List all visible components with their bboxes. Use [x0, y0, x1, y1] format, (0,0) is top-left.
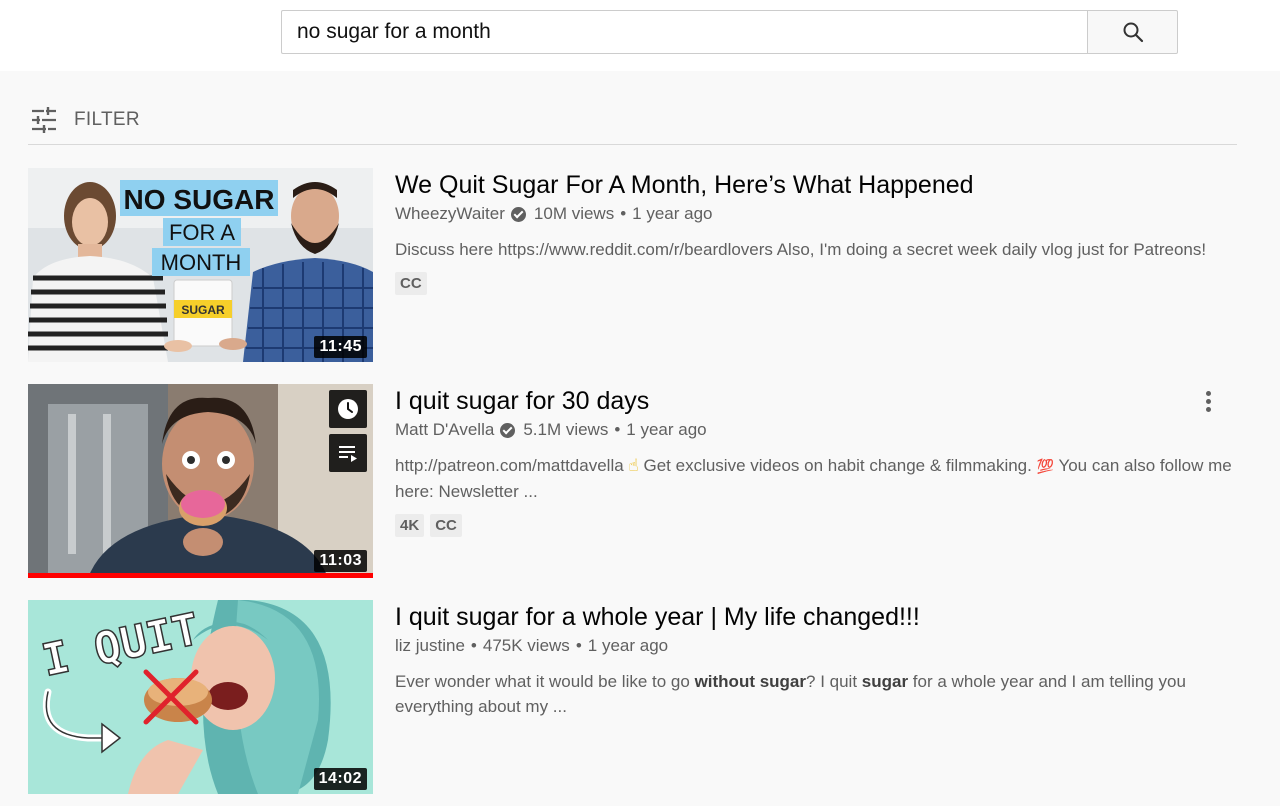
- video-badges: 4K CC: [395, 514, 1243, 537]
- video-info: I quit sugar for a whole year | My life …: [395, 600, 1243, 719]
- description-part: Get exclusive videos on habit change & f…: [638, 456, 1037, 475]
- video-description: Discuss here https://www.reddit.com/r/be…: [395, 240, 1207, 259]
- search-input[interactable]: no sugar for a month: [281, 10, 1087, 54]
- description-part: Ever wonder what it would be like to go: [395, 672, 695, 691]
- dot: [1205, 398, 1211, 404]
- channel-name[interactable]: Matt D'Avella: [395, 418, 494, 442]
- view-count: 475K views: [482, 636, 570, 655]
- video-title[interactable]: We Quit Sugar For A Month, Here’s What H…: [395, 168, 1243, 202]
- video-title[interactable]: I quit sugar for a whole year | My life …: [395, 600, 1243, 634]
- thumb-text-line-3: MONTH: [161, 250, 242, 275]
- video-duration: 11:03: [314, 550, 367, 572]
- video-thumbnail[interactable]: 11:03: [28, 384, 373, 578]
- video-thumbnail[interactable]: NO SUGAR FOR A MONTH SUGAR 11:45: [28, 168, 373, 362]
- masthead: no sugar for a month: [0, 0, 1280, 71]
- dot: [1205, 406, 1211, 412]
- badge-4k: 4K: [395, 514, 425, 537]
- thumb-text-line-2: FOR A: [169, 220, 235, 245]
- video-result-3[interactable]: I QUIT 14:02 I quit sugar for a whole ye…: [28, 600, 1248, 795]
- upload-age: 1 year ago: [626, 420, 707, 439]
- filter-divider: [28, 144, 1237, 145]
- badge-cc: CC: [395, 272, 427, 295]
- video-info: I quit sugar for 30 days Matt D'Avella 5…: [395, 384, 1243, 537]
- sugar-package-label: SUGAR: [181, 303, 225, 317]
- channel-name[interactable]: WheezyWaiter: [395, 202, 505, 226]
- channel-name[interactable]: liz justine: [395, 634, 465, 658]
- video-description: Ever wonder what it would be like to go …: [395, 669, 1243, 719]
- add-to-queue-button[interactable]: [329, 434, 367, 472]
- video-thumbnail[interactable]: I QUIT 14:02: [28, 600, 373, 794]
- more-actions-button[interactable]: [1198, 386, 1218, 416]
- thumbnail-image-quit-year: I QUIT: [28, 600, 373, 794]
- video-duration: 11:45: [314, 336, 367, 358]
- clock-icon: [338, 399, 358, 419]
- dot: [1205, 390, 1211, 396]
- video-meta: WheezyWaiter 10M views • 1 year ago: [395, 202, 1243, 226]
- upload-age: 1 year ago: [632, 204, 713, 223]
- view-count: 10M views: [533, 204, 615, 223]
- view-count: 5.1M views: [523, 420, 609, 439]
- meta-separator: •: [620, 204, 627, 223]
- search-button[interactable]: [1087, 10, 1178, 54]
- queue-icon: [339, 446, 357, 462]
- video-meta: liz justine • 475K views • 1 year ago: [395, 634, 1243, 658]
- video-duration: 14:02: [313, 768, 367, 790]
- badge-cc: CC: [430, 514, 462, 537]
- meta-separator: •: [614, 420, 621, 439]
- thumbnail-image-quit-30-days: [28, 384, 373, 578]
- hundred-points-emoji: 💯: [1036, 458, 1055, 474]
- video-badges: CC: [395, 272, 1243, 295]
- upload-age: 1 year ago: [587, 636, 669, 655]
- video-title[interactable]: I quit sugar for 30 days: [395, 384, 1243, 418]
- description-part: ? I quit: [806, 672, 862, 691]
- filter-button[interactable]: FILTER: [30, 104, 140, 136]
- verified-badge-icon: [510, 206, 526, 222]
- filter-sliders-icon: [32, 107, 56, 133]
- watch-later-button[interactable]: [329, 390, 367, 428]
- video-result-2[interactable]: 11:03 I quit sugar for 30 days Matt D'Av…: [28, 384, 1248, 579]
- pointing-up-emoji: ☝: [628, 456, 639, 475]
- watch-progress-bar: [28, 573, 373, 578]
- search-query-text: no sugar for a month: [297, 20, 491, 43]
- description-part: http://patreon.com/mattdavella: [395, 456, 629, 475]
- meta-separator: •: [470, 636, 477, 655]
- video-meta: Matt D'Avella 5.1M views • 1 year ago: [395, 418, 1243, 442]
- filter-label: FILTER: [74, 109, 140, 130]
- meta-separator: •: [575, 636, 582, 655]
- thumb-text-line-1: NO SUGAR: [124, 184, 275, 215]
- search-icon: [1123, 22, 1143, 43]
- video-result-1[interactable]: NO SUGAR FOR A MONTH SUGAR 11:45 We Quit…: [28, 168, 1248, 363]
- thumbnail-image-no-sugar: NO SUGAR FOR A MONTH SUGAR: [28, 168, 373, 362]
- description-highlight: without sugar: [694, 672, 807, 691]
- description-highlight: sugar: [861, 672, 909, 691]
- verified-badge-icon: [500, 422, 516, 438]
- video-info: We Quit Sugar For A Month, Here’s What H…: [395, 168, 1243, 295]
- video-description: http://patreon.com/mattdavella ☝ Get exc…: [395, 453, 1243, 504]
